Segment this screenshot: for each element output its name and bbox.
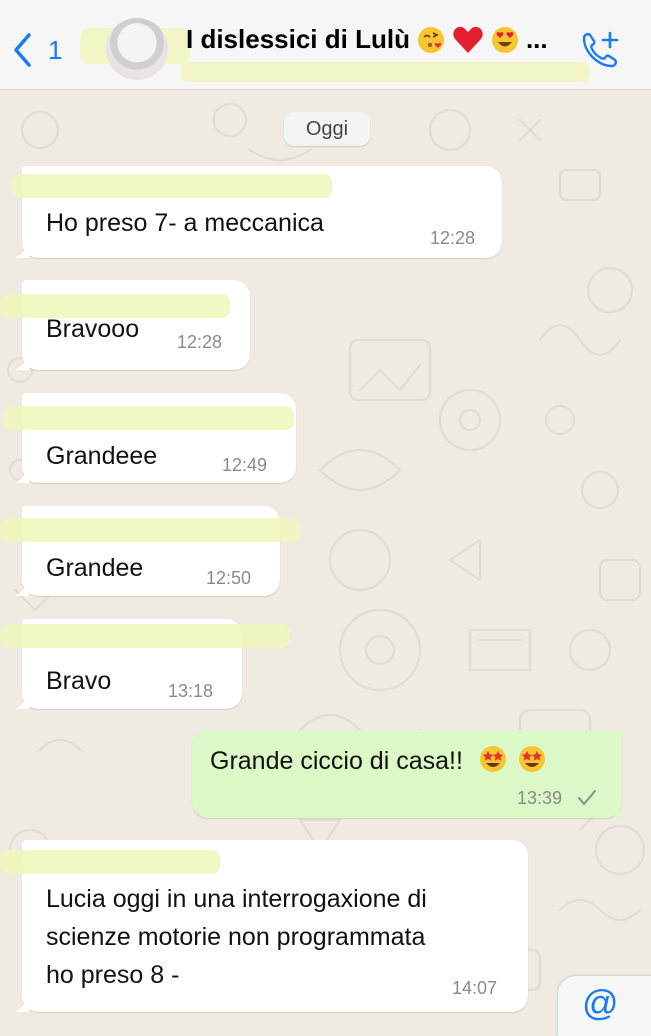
date-separator: Oggi (284, 112, 370, 146)
chat-area[interactable]: Oggi Ho preso 7- a meccanica 12:28 Bravo… (0, 90, 651, 1024)
chevron-left-icon (12, 32, 32, 68)
add-call-button[interactable] (578, 30, 622, 70)
redaction-mark (0, 294, 230, 318)
message-text-line: ho preso 8 - (46, 961, 180, 989)
red-heart-emoji (452, 25, 484, 55)
message-time: 12:28 (177, 332, 223, 352)
unread-count: 1 (48, 34, 63, 65)
message-bubble-outgoing[interactable]: Grande ciccio di casa!! 13:39 (192, 730, 629, 818)
bubble-tail (15, 582, 29, 596)
message-text: Grandeee (46, 442, 158, 470)
heart-eyes-emoji (490, 25, 520, 55)
mention-button[interactable]: @ (558, 976, 651, 1036)
redaction-mark (12, 174, 332, 198)
redaction-mark (0, 518, 300, 542)
message-time: 12:49 (222, 455, 268, 475)
at-sign-icon: @ (582, 982, 619, 1023)
phone-plus-icon (578, 31, 622, 74)
redaction-mark (180, 62, 590, 82)
bubble-tail (615, 804, 629, 818)
redaction-mark (0, 624, 290, 648)
sent-check-icon (578, 790, 596, 805)
chat-header: 1 I dislessici di Lulù ... (0, 0, 651, 90)
title-ellipsis: ... (525, 24, 548, 54)
message-text-line: Lucia oggi in una interrogaxione di (46, 885, 427, 913)
message-text: Bravo (46, 667, 112, 695)
bubble-tail (15, 356, 29, 370)
message-text-line: scienze motorie non programmata (46, 923, 426, 951)
group-avatar[interactable] (106, 18, 168, 80)
message-time: 12:50 (206, 568, 252, 588)
message-time: 14:07 (452, 978, 498, 998)
message-text: Grandee (46, 554, 144, 582)
message-text: Ho preso 7- a meccanica (46, 209, 324, 237)
bubble-tail (15, 469, 29, 483)
kissing-heart-emoji (416, 25, 446, 55)
bubble-tail (15, 695, 29, 709)
message-time: 12:28 (430, 228, 476, 248)
message-text-content: Grande ciccio di casa!! (210, 747, 463, 775)
star-struck-emoji (517, 744, 547, 783)
bubble-tail (15, 998, 29, 1012)
back-button[interactable]: 1 (12, 30, 62, 70)
message-text: Grande ciccio di casa!! (210, 744, 547, 783)
bubble-tail (15, 244, 29, 258)
message-time: 13:39 (517, 788, 563, 808)
message-time: 13:18 (168, 681, 214, 701)
redaction-mark (4, 406, 294, 430)
chat-title-text: I dislessici di Lulù (186, 24, 410, 54)
redaction-mark (0, 850, 220, 874)
chat-title[interactable]: I dislessici di Lulù ... (186, 24, 548, 55)
star-struck-emoji (478, 744, 508, 783)
